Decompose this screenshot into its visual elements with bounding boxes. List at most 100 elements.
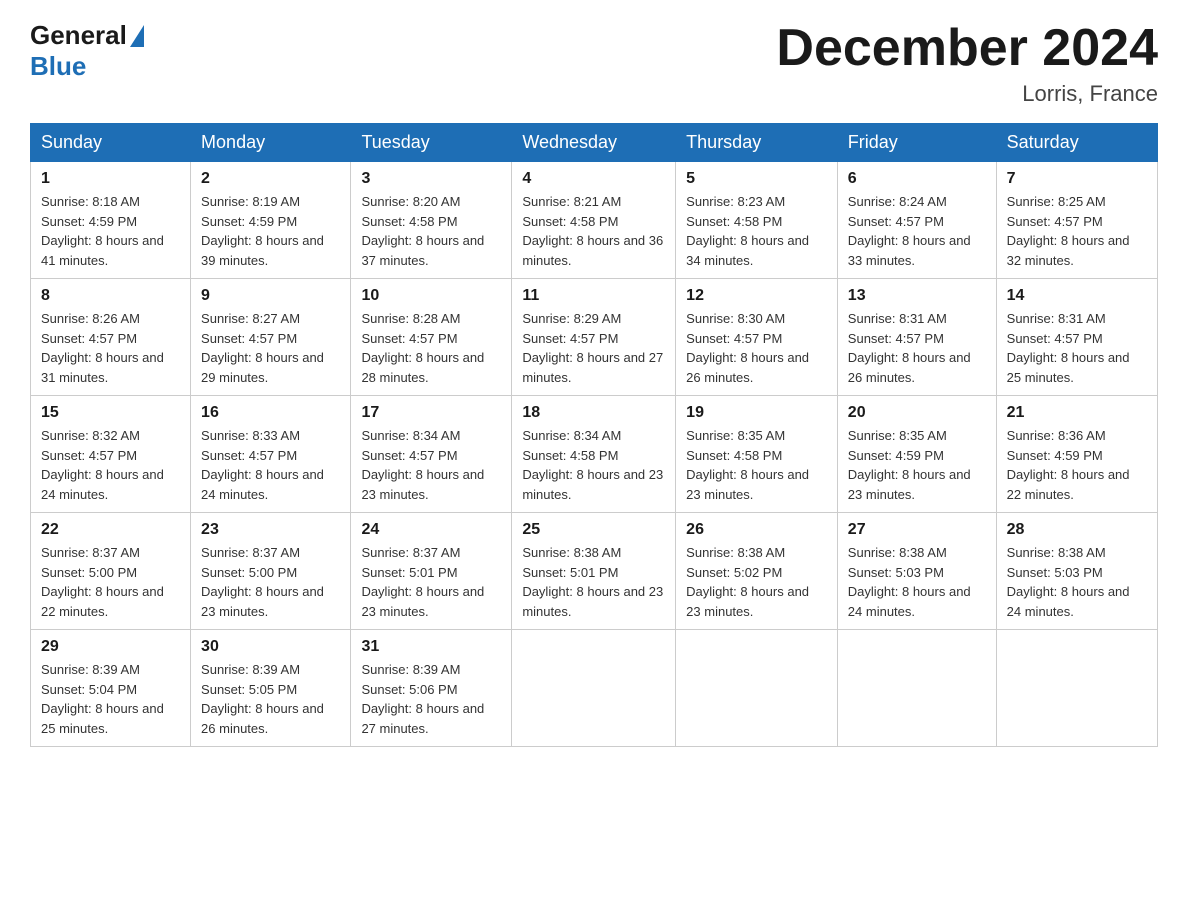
day-info: Sunrise: 8:32 AM Sunset: 4:57 PM Dayligh… (41, 426, 180, 504)
day-number: 4 (522, 170, 665, 188)
day-number: 22 (41, 521, 180, 539)
day-number: 15 (41, 404, 180, 422)
calendar-cell: 19 Sunrise: 8:35 AM Sunset: 4:58 PM Dayl… (676, 396, 838, 513)
logo-blue-text: Blue (30, 51, 86, 82)
day-info: Sunrise: 8:37 AM Sunset: 5:01 PM Dayligh… (361, 543, 501, 621)
calendar-cell: 2 Sunrise: 8:19 AM Sunset: 4:59 PM Dayli… (191, 162, 351, 279)
day-number: 7 (1007, 170, 1147, 188)
calendar-cell: 28 Sunrise: 8:38 AM Sunset: 5:03 PM Dayl… (996, 513, 1157, 630)
col-header-sunday: Sunday (31, 124, 191, 162)
calendar-cell: 21 Sunrise: 8:36 AM Sunset: 4:59 PM Dayl… (996, 396, 1157, 513)
day-number: 8 (41, 287, 180, 305)
calendar-cell: 30 Sunrise: 8:39 AM Sunset: 5:05 PM Dayl… (191, 630, 351, 747)
calendar-week-5: 29 Sunrise: 8:39 AM Sunset: 5:04 PM Dayl… (31, 630, 1158, 747)
day-info: Sunrise: 8:23 AM Sunset: 4:58 PM Dayligh… (686, 192, 827, 270)
calendar-cell: 22 Sunrise: 8:37 AM Sunset: 5:00 PM Dayl… (31, 513, 191, 630)
day-number: 29 (41, 638, 180, 656)
col-header-monday: Monday (191, 124, 351, 162)
day-info: Sunrise: 8:21 AM Sunset: 4:58 PM Dayligh… (522, 192, 665, 270)
day-number: 10 (361, 287, 501, 305)
calendar-week-3: 15 Sunrise: 8:32 AM Sunset: 4:57 PM Dayl… (31, 396, 1158, 513)
calendar-cell: 11 Sunrise: 8:29 AM Sunset: 4:57 PM Dayl… (512, 279, 676, 396)
day-info: Sunrise: 8:34 AM Sunset: 4:57 PM Dayligh… (361, 426, 501, 504)
calendar-header-row: SundayMondayTuesdayWednesdayThursdayFrid… (31, 124, 1158, 162)
calendar-cell (996, 630, 1157, 747)
day-number: 18 (522, 404, 665, 422)
location: Lorris, France (776, 81, 1158, 107)
day-number: 12 (686, 287, 827, 305)
calendar-cell: 23 Sunrise: 8:37 AM Sunset: 5:00 PM Dayl… (191, 513, 351, 630)
day-number: 16 (201, 404, 340, 422)
day-number: 26 (686, 521, 827, 539)
day-number: 1 (41, 170, 180, 188)
page-header: General Blue December 2024 Lorris, Franc… (30, 20, 1158, 107)
col-header-saturday: Saturday (996, 124, 1157, 162)
calendar-cell: 31 Sunrise: 8:39 AM Sunset: 5:06 PM Dayl… (351, 630, 512, 747)
calendar-cell: 1 Sunrise: 8:18 AM Sunset: 4:59 PM Dayli… (31, 162, 191, 279)
day-info: Sunrise: 8:37 AM Sunset: 5:00 PM Dayligh… (201, 543, 340, 621)
day-number: 21 (1007, 404, 1147, 422)
day-info: Sunrise: 8:35 AM Sunset: 4:59 PM Dayligh… (848, 426, 986, 504)
calendar-cell: 10 Sunrise: 8:28 AM Sunset: 4:57 PM Dayl… (351, 279, 512, 396)
day-info: Sunrise: 8:31 AM Sunset: 4:57 PM Dayligh… (848, 309, 986, 387)
day-number: 20 (848, 404, 986, 422)
day-info: Sunrise: 8:33 AM Sunset: 4:57 PM Dayligh… (201, 426, 340, 504)
calendar-cell: 6 Sunrise: 8:24 AM Sunset: 4:57 PM Dayli… (837, 162, 996, 279)
day-info: Sunrise: 8:24 AM Sunset: 4:57 PM Dayligh… (848, 192, 986, 270)
calendar-cell: 14 Sunrise: 8:31 AM Sunset: 4:57 PM Dayl… (996, 279, 1157, 396)
calendar-week-4: 22 Sunrise: 8:37 AM Sunset: 5:00 PM Dayl… (31, 513, 1158, 630)
day-info: Sunrise: 8:39 AM Sunset: 5:05 PM Dayligh… (201, 660, 340, 738)
day-number: 17 (361, 404, 501, 422)
calendar-cell: 27 Sunrise: 8:38 AM Sunset: 5:03 PM Dayl… (837, 513, 996, 630)
day-info: Sunrise: 8:37 AM Sunset: 5:00 PM Dayligh… (41, 543, 180, 621)
calendar-cell: 16 Sunrise: 8:33 AM Sunset: 4:57 PM Dayl… (191, 396, 351, 513)
day-number: 30 (201, 638, 340, 656)
calendar-week-1: 1 Sunrise: 8:18 AM Sunset: 4:59 PM Dayli… (31, 162, 1158, 279)
day-number: 5 (686, 170, 827, 188)
logo-triangle-icon (130, 25, 144, 47)
day-info: Sunrise: 8:36 AM Sunset: 4:59 PM Dayligh… (1007, 426, 1147, 504)
day-info: Sunrise: 8:30 AM Sunset: 4:57 PM Dayligh… (686, 309, 827, 387)
day-number: 24 (361, 521, 501, 539)
col-header-thursday: Thursday (676, 124, 838, 162)
calendar-cell: 26 Sunrise: 8:38 AM Sunset: 5:02 PM Dayl… (676, 513, 838, 630)
calendar-cell: 24 Sunrise: 8:37 AM Sunset: 5:01 PM Dayl… (351, 513, 512, 630)
day-number: 25 (522, 521, 665, 539)
day-info: Sunrise: 8:38 AM Sunset: 5:02 PM Dayligh… (686, 543, 827, 621)
day-info: Sunrise: 8:39 AM Sunset: 5:06 PM Dayligh… (361, 660, 501, 738)
calendar-cell: 15 Sunrise: 8:32 AM Sunset: 4:57 PM Dayl… (31, 396, 191, 513)
day-number: 31 (361, 638, 501, 656)
day-number: 27 (848, 521, 986, 539)
calendar-cell: 8 Sunrise: 8:26 AM Sunset: 4:57 PM Dayli… (31, 279, 191, 396)
calendar-cell (512, 630, 676, 747)
calendar-cell: 4 Sunrise: 8:21 AM Sunset: 4:58 PM Dayli… (512, 162, 676, 279)
calendar-cell: 20 Sunrise: 8:35 AM Sunset: 4:59 PM Dayl… (837, 396, 996, 513)
day-number: 11 (522, 287, 665, 305)
calendar-week-2: 8 Sunrise: 8:26 AM Sunset: 4:57 PM Dayli… (31, 279, 1158, 396)
calendar-cell: 3 Sunrise: 8:20 AM Sunset: 4:58 PM Dayli… (351, 162, 512, 279)
logo-general-text: General (30, 20, 127, 51)
logo: General Blue (30, 20, 147, 82)
day-number: 19 (686, 404, 827, 422)
calendar-cell: 17 Sunrise: 8:34 AM Sunset: 4:57 PM Dayl… (351, 396, 512, 513)
day-info: Sunrise: 8:35 AM Sunset: 4:58 PM Dayligh… (686, 426, 827, 504)
day-info: Sunrise: 8:19 AM Sunset: 4:59 PM Dayligh… (201, 192, 340, 270)
day-number: 9 (201, 287, 340, 305)
day-number: 6 (848, 170, 986, 188)
calendar-cell: 9 Sunrise: 8:27 AM Sunset: 4:57 PM Dayli… (191, 279, 351, 396)
col-header-wednesday: Wednesday (512, 124, 676, 162)
calendar-table: SundayMondayTuesdayWednesdayThursdayFrid… (30, 123, 1158, 747)
day-info: Sunrise: 8:26 AM Sunset: 4:57 PM Dayligh… (41, 309, 180, 387)
day-info: Sunrise: 8:31 AM Sunset: 4:57 PM Dayligh… (1007, 309, 1147, 387)
day-info: Sunrise: 8:38 AM Sunset: 5:03 PM Dayligh… (848, 543, 986, 621)
day-info: Sunrise: 8:38 AM Sunset: 5:01 PM Dayligh… (522, 543, 665, 621)
calendar-cell: 7 Sunrise: 8:25 AM Sunset: 4:57 PM Dayli… (996, 162, 1157, 279)
calendar-cell: 13 Sunrise: 8:31 AM Sunset: 4:57 PM Dayl… (837, 279, 996, 396)
calendar-cell: 18 Sunrise: 8:34 AM Sunset: 4:58 PM Dayl… (512, 396, 676, 513)
header-right: December 2024 Lorris, France (776, 20, 1158, 107)
month-title: December 2024 (776, 20, 1158, 77)
day-number: 3 (361, 170, 501, 188)
calendar-cell (837, 630, 996, 747)
day-number: 13 (848, 287, 986, 305)
calendar-cell: 29 Sunrise: 8:39 AM Sunset: 5:04 PM Dayl… (31, 630, 191, 747)
